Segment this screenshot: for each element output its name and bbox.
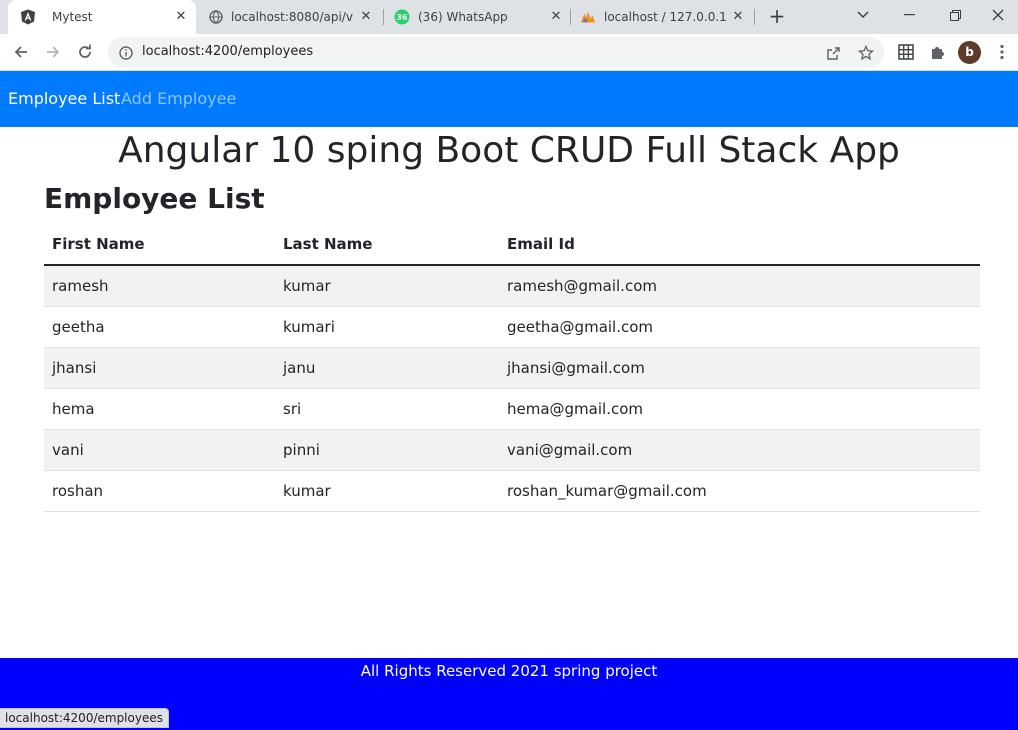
phpmyadmin-icon: [580, 9, 596, 25]
star-icon[interactable]: [857, 44, 875, 62]
cell-email: ramesh@gmail.com: [499, 265, 980, 307]
cell-last-name: kumari: [275, 306, 499, 348]
tab-mytest[interactable]: Mytest ✕: [8, 0, 196, 34]
close-window-button[interactable]: [978, 0, 1018, 30]
cell-last-name: janu: [275, 347, 499, 389]
reload-icon: [79, 44, 91, 58]
column-header-last-name: Last Name: [275, 224, 499, 266]
puzzle-icon[interactable]: [928, 42, 948, 62]
tab-separator: [754, 9, 755, 25]
tab-title: (36) WhatsApp: [418, 10, 508, 24]
cell-email: jhansi@gmail.com: [499, 347, 980, 389]
cell-email: vani@gmail.com: [499, 429, 980, 471]
cell-email: hema@gmail.com: [499, 388, 980, 430]
cell-first-name: jhansi: [44, 347, 275, 389]
nav-add-employee-link[interactable]: Add Employee: [121, 89, 236, 109]
restore-button[interactable]: [932, 0, 978, 30]
table-row: geetha kumari geetha@gmail.com: [44, 306, 980, 348]
column-header-email: Email Id: [499, 224, 980, 266]
cell-last-name: kumar: [275, 470, 499, 512]
arrow-left-icon: [14, 46, 27, 58]
status-url-bubble: localhost:4200/employees: [0, 708, 169, 728]
tab-api[interactable]: localhost:8080/api/v1/e ✕: [196, 0, 382, 34]
info-icon[interactable]: [119, 45, 133, 64]
restore-icon: [949, 9, 961, 21]
section-title: Employee List: [44, 182, 265, 215]
employee-table: First Name Last Name Email Id ramesh kum…: [44, 224, 980, 512]
cell-email: geetha@gmail.com: [499, 306, 980, 348]
tab-title: Mytest: [52, 10, 93, 24]
angular-icon: [20, 9, 36, 25]
profile-avatar[interactable]: b: [958, 41, 981, 64]
reload-button[interactable]: [72, 39, 98, 65]
cell-last-name: sri: [275, 388, 499, 430]
tab-title: localhost:8080/api/v1/e: [231, 10, 353, 24]
extension-grid-icon[interactable]: [896, 42, 916, 62]
cell-first-name: hema: [44, 388, 275, 430]
back-button[interactable]: [8, 39, 34, 65]
table-row: hema sri hema@gmail.com: [44, 388, 980, 430]
tab-title: localhost / 127.0.0.1 / e: [604, 10, 726, 24]
close-icon[interactable]: ✕: [172, 8, 190, 26]
table-row: roshan kumar roshan_kumar@gmail.com: [44, 470, 980, 512]
new-tab-button[interactable]: +: [766, 6, 788, 28]
url-text[interactable]: localhost:4200/employees: [142, 44, 313, 60]
cell-email: roshan_kumar@gmail.com: [499, 470, 980, 512]
cell-first-name: geetha: [44, 306, 275, 348]
whatsapp-badge: 36: [396, 13, 408, 22]
globe-icon: [208, 9, 224, 25]
page-title: Angular 10 sping Boot CRUD Full Stack Ap…: [118, 130, 900, 171]
forward-button[interactable]: [40, 39, 66, 65]
share-icon[interactable]: [824, 44, 842, 62]
close-icon[interactable]: ✕: [547, 8, 565, 26]
arrow-right-icon: [47, 46, 60, 58]
whatsapp-icon: 36: [394, 9, 410, 25]
close-icon[interactable]: ✕: [357, 8, 375, 26]
cell-first-name: roshan: [44, 470, 275, 512]
cell-first-name: ramesh: [44, 265, 275, 307]
table-header-row: First Name Last Name Email Id: [44, 224, 980, 266]
cell-first-name: vani: [44, 429, 275, 471]
close-icon: [992, 9, 1004, 21]
tab-strip: Mytest ✕ localhost:8080/api/v1/e ✕ 36 (3…: [0, 0, 1018, 34]
tab-phpmyadmin[interactable]: localhost / 127.0.0.1 / e ✕: [571, 0, 757, 34]
tab-whatsapp[interactable]: 36 (36) WhatsApp ✕: [384, 0, 570, 34]
table-row: vani pinni vani@gmail.com: [44, 429, 980, 471]
chevron-down-icon: [857, 11, 869, 19]
browser-toolbar: localhost:4200/employees b: [0, 34, 1018, 71]
address-bar[interactable]: localhost:4200/employees: [108, 37, 884, 67]
table-row: ramesh kumar ramesh@gmail.com: [44, 265, 980, 307]
nav-employee-list-link[interactable]: Employee List: [8, 89, 120, 109]
cell-last-name: kumar: [275, 265, 499, 307]
column-header-first-name: First Name: [44, 224, 275, 266]
minimize-button[interactable]: [886, 0, 932, 30]
minimize-icon: [903, 14, 915, 16]
table-row: jhansi janu jhansi@gmail.com: [44, 347, 980, 389]
cell-last-name: pinni: [275, 429, 499, 471]
close-icon[interactable]: ✕: [729, 8, 747, 26]
footer-text: All Rights Reserved 2021 spring project: [360, 662, 658, 680]
menu-dots-icon[interactable]: [992, 42, 1012, 62]
app-navbar: Employee List Add Employee: [0, 71, 1018, 127]
tab-search-button[interactable]: [840, 0, 886, 30]
